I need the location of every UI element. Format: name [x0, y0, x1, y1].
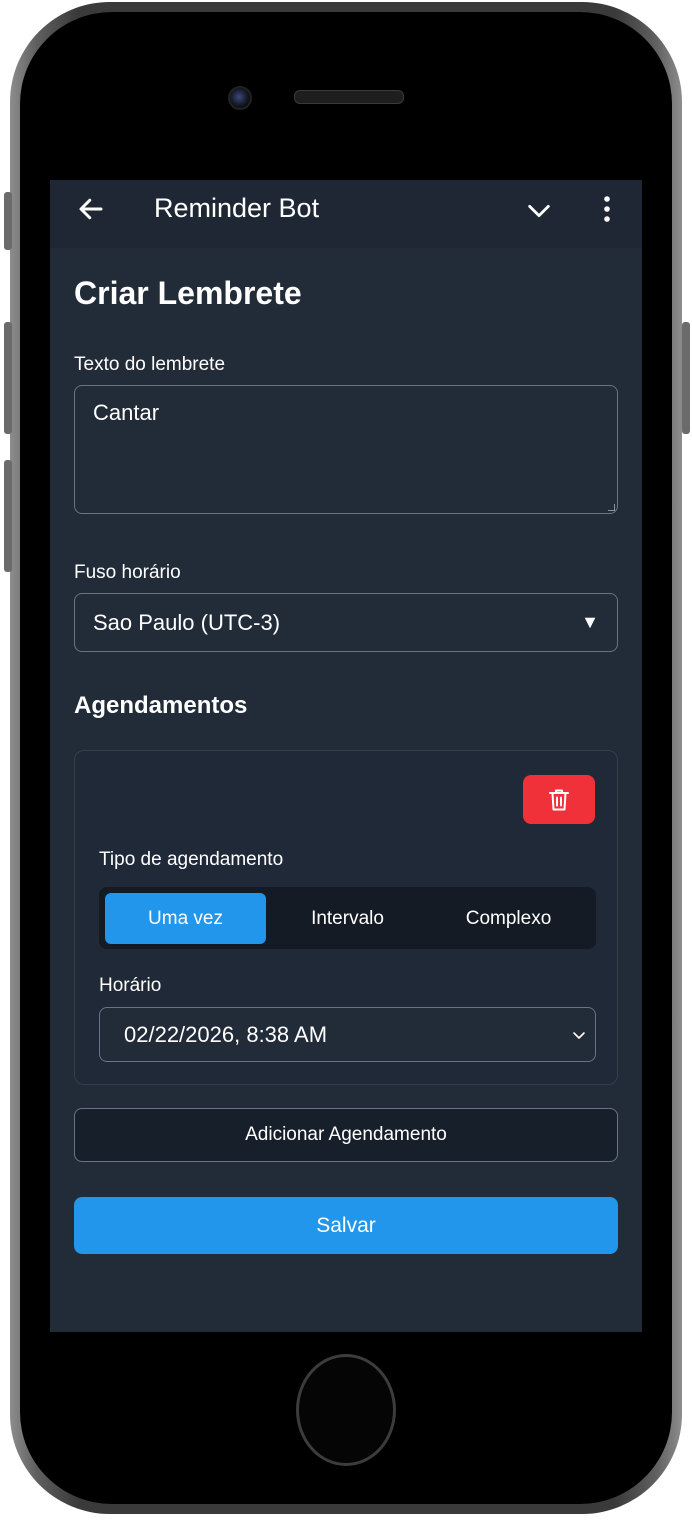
- app-screen: Reminder Bot Criar Lembrete Texto do lem…: [50, 180, 642, 1332]
- volume-up-button: [4, 322, 12, 434]
- save-button[interactable]: Salvar: [74, 1197, 618, 1254]
- schedule-card: Tipo de agendamento Uma vez Intervalo Co…: [74, 750, 618, 1085]
- delete-schedule-button[interactable]: [523, 775, 595, 824]
- trash-icon: [549, 789, 569, 810]
- timezone-label: Fuso horário: [74, 562, 181, 583]
- volume-down-button: [4, 460, 12, 572]
- schedule-type-label: Tipo de agendamento: [99, 849, 284, 870]
- option-complex[interactable]: Complexo: [428, 893, 589, 944]
- datetime-input[interactable]: 02/22/2026, 8:38 AM: [99, 1007, 596, 1062]
- page-title: Criar Lembrete: [74, 275, 302, 311]
- power-button: [682, 322, 690, 434]
- more-vertical-icon[interactable]: [596, 194, 618, 224]
- schedule-type-selector: Uma vez Intervalo Complexo: [99, 887, 596, 949]
- reminder-text-field[interactable]: Cantar: [74, 385, 618, 514]
- app-title: Reminder Bot: [154, 193, 320, 223]
- reminder-text-value: Cantar: [93, 400, 160, 425]
- timezone-select[interactable]: Sao Paulo (UTC-3) ▼: [74, 593, 618, 652]
- datetime-value: 02/22/2026, 8:38 AM: [124, 1021, 328, 1047]
- mute-switch: [4, 192, 12, 250]
- resize-handle[interactable]: [608, 504, 615, 511]
- dropdown-triangle-icon: ▼: [581, 612, 599, 632]
- option-once[interactable]: Uma vez: [105, 893, 266, 944]
- home-button[interactable]: [296, 1354, 396, 1466]
- earpiece-speaker: [294, 90, 404, 104]
- time-label: Horário: [99, 975, 162, 996]
- chevron-down-icon[interactable]: [525, 197, 553, 225]
- add-schedule-button[interactable]: Adicionar Agendamento: [74, 1108, 618, 1162]
- front-camera: [228, 86, 252, 110]
- timezone-value: Sao Paulo (UTC-3): [93, 609, 281, 635]
- app-bar: Reminder Bot: [50, 180, 642, 248]
- option-interval[interactable]: Intervalo: [267, 893, 428, 944]
- arrow-left-icon[interactable]: [76, 194, 106, 224]
- chevron-down-icon: [573, 1031, 585, 1039]
- text-label: Texto do lembrete: [74, 354, 226, 375]
- schedules-title: Agendamentos: [74, 692, 248, 719]
